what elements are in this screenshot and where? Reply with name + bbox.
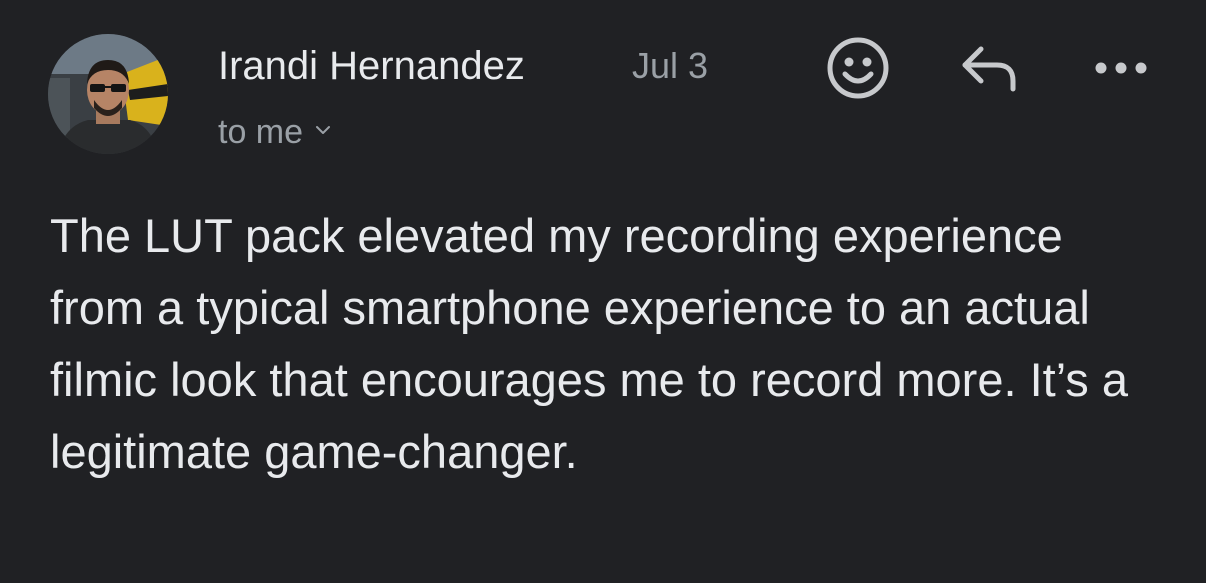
add-reaction-button[interactable] xyxy=(824,36,892,104)
recipient-label: to me xyxy=(218,113,304,151)
recipient-details-toggle[interactable]: to me xyxy=(218,108,331,156)
email-message: Irandi Hernandez Jul 3 to me The LUT pac… xyxy=(0,0,1206,583)
more-dots-icon xyxy=(1091,58,1151,83)
message-date: Jul 3 xyxy=(632,45,709,86)
avatar-photo xyxy=(48,34,168,154)
sender-avatar[interactable] xyxy=(48,34,168,154)
chevron-down-icon xyxy=(315,123,331,141)
smiley-icon xyxy=(826,36,890,105)
message-body: The LUT pack elevated my recording exper… xyxy=(50,209,1128,478)
sender-name[interactable]: Irandi Hernandez xyxy=(218,38,525,94)
reply-arrow-icon xyxy=(957,41,1021,100)
more-options-button[interactable] xyxy=(1090,52,1152,88)
reply-button[interactable] xyxy=(952,40,1026,100)
